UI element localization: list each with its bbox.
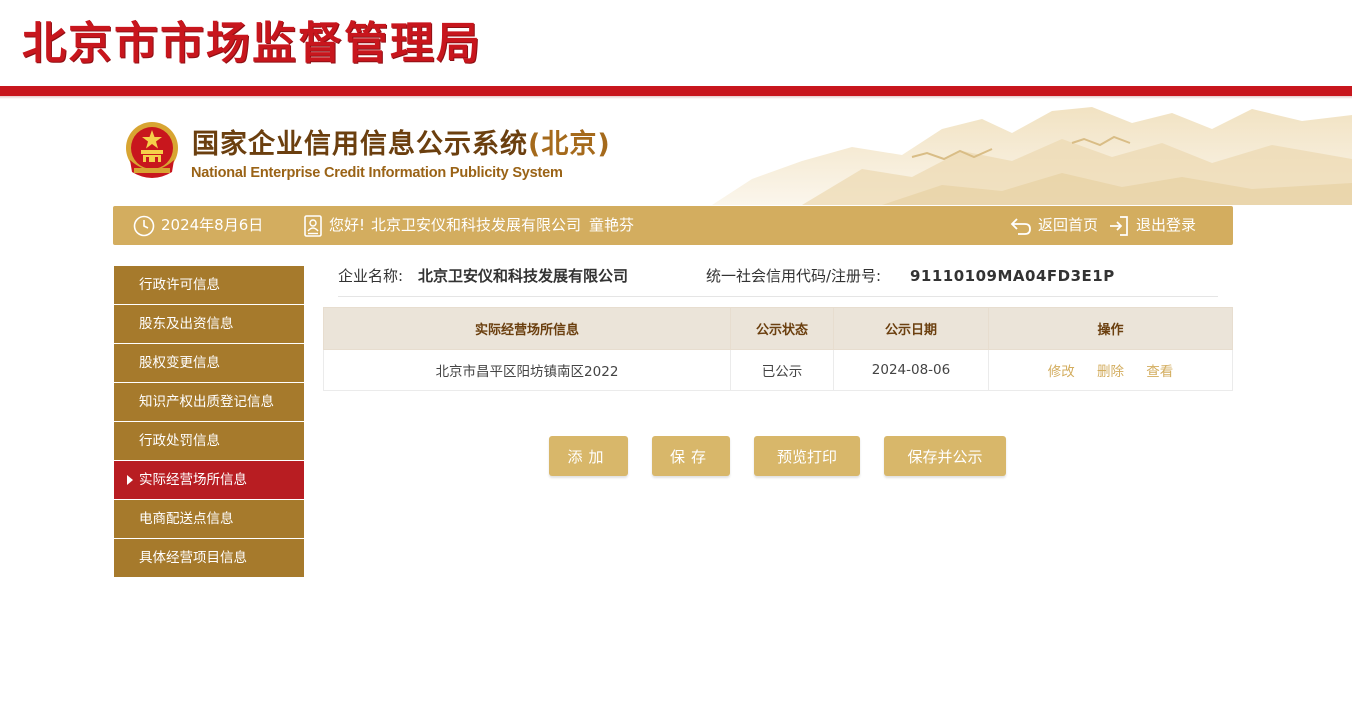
sidebar-item-label: 具体经营项目信息 [139,550,247,566]
company-name: 北京卫安仪和科技发展有限公司 [418,267,629,285]
return-home-link[interactable]: 返回首页 [1010,206,1098,245]
sidebar-item-admin-penalty[interactable]: 行政处罚信息 [114,422,304,460]
user-name: 童艳芬 [589,216,635,234]
sidebar-item-label: 行政处罚信息 [139,433,220,449]
return-home-label[interactable]: 返回首页 [1038,206,1098,245]
user-greeting: 您好! 北京卫安仪和科技发展有限公司 童艳芬 [303,206,634,245]
company-name-label: 企业名称: [338,267,404,285]
preview-print-button[interactable]: 预览打印 [754,436,860,476]
mountain-illustration [712,99,1352,205]
sidebar-item-label: 知识产权出质登记信息 [139,394,274,410]
current-date: 2024年8月6日 [161,216,264,234]
system-title-city: (北京) [528,129,611,160]
sidebar-item-shareholders[interactable]: 股东及出资信息 [114,305,304,343]
column-header-address: 实际经营场所信息 [323,307,731,350]
system-title: 国家企业信用信息公示系统(北京) [192,127,611,163]
edit-link[interactable]: 修改 [1048,364,1075,380]
logout-label[interactable]: 退出登录 [1136,206,1196,245]
sidebar-item-ip-pledge[interactable]: 知识产权出质登记信息 [114,383,304,421]
return-arrow-icon [1010,217,1031,235]
user-company: 北京卫安仪和科技发展有限公司 [371,216,582,234]
delete-link[interactable]: 删除 [1097,364,1124,380]
sidebar-item-business-premises[interactable]: 实际经营场所信息 [114,461,304,499]
system-subtitle: National Enterprise Credit Information P… [191,165,563,181]
user-card-icon [304,214,322,237]
sidebar-menu: 行政许可信息 股东及出资信息 股权变更信息 知识产权出质登记信息 行政处罚信息 … [114,266,304,578]
view-link[interactable]: 查看 [1146,364,1173,380]
company-info-row: 企业名称: 北京卫安仪和科技发展有限公司 统一社会信用代码/注册号: 91110… [338,262,1218,297]
system-title-main: 国家企业信用信息公示系统 [192,129,528,160]
business-premises-table: 实际经营场所信息 公示状态 公示日期 操作 北京市昌平区阳坊镇南区2022 已公… [323,307,1233,391]
national-emblem-icon [126,122,178,178]
date-display: 2024年8月6日 [133,206,263,245]
column-header-date: 公示日期 [833,307,989,350]
sidebar-item-label: 股权变更信息 [139,355,220,371]
date-cell: 2024-08-06 [833,349,989,391]
clock-icon [133,215,155,236]
table-header-row: 实际经营场所信息 公示状态 公示日期 操作 [323,307,1233,350]
sidebar-item-business-projects[interactable]: 具体经营项目信息 [114,539,304,577]
address-cell: 北京市昌平区阳坊镇南区2022 [323,349,731,391]
user-info-bar: 2024年8月6日 您好! 北京卫安仪和科技发展有限公司 童艳芬 返回首页 退出… [113,206,1233,245]
logout-icon [1110,215,1128,236]
sidebar-item-label: 实际经营场所信息 [139,472,247,488]
active-arrow-icon [127,475,133,485]
save-button[interactable]: 保存 [652,436,730,476]
save-and-publish-button[interactable]: 保存并公示 [884,436,1006,476]
sidebar-item-label: 股东及出资信息 [139,316,234,332]
sidebar-item-equity-change[interactable]: 股权变更信息 [114,344,304,382]
table-row: 北京市昌平区阳坊镇南区2022 已公示 2024-08-06 修改 删除 查看 [323,349,1233,391]
column-header-actions: 操作 [988,307,1233,350]
status-cell: 已公示 [730,349,834,391]
actions-cell: 修改 删除 查看 [988,349,1233,391]
header-red-bar [0,86,1352,96]
sidebar-item-label: 电商配送点信息 [139,511,234,527]
column-header-status: 公示状态 [730,307,834,350]
sidebar-item-ecommerce-delivery[interactable]: 电商配送点信息 [114,500,304,538]
credit-code: 91110109MA04FD3E1P [910,267,1115,285]
add-button[interactable]: 添加 [549,436,628,476]
agency-title: 北京市市场监督管理局 [22,18,482,69]
sidebar-item-label: 行政许可信息 [139,277,220,293]
sidebar-item-admin-license[interactable]: 行政许可信息 [114,266,304,304]
logout-link[interactable]: 退出登录 [1108,206,1196,245]
credit-code-label: 统一社会信用代码/注册号: [706,267,882,285]
greeting-text: 您好! [329,216,366,234]
